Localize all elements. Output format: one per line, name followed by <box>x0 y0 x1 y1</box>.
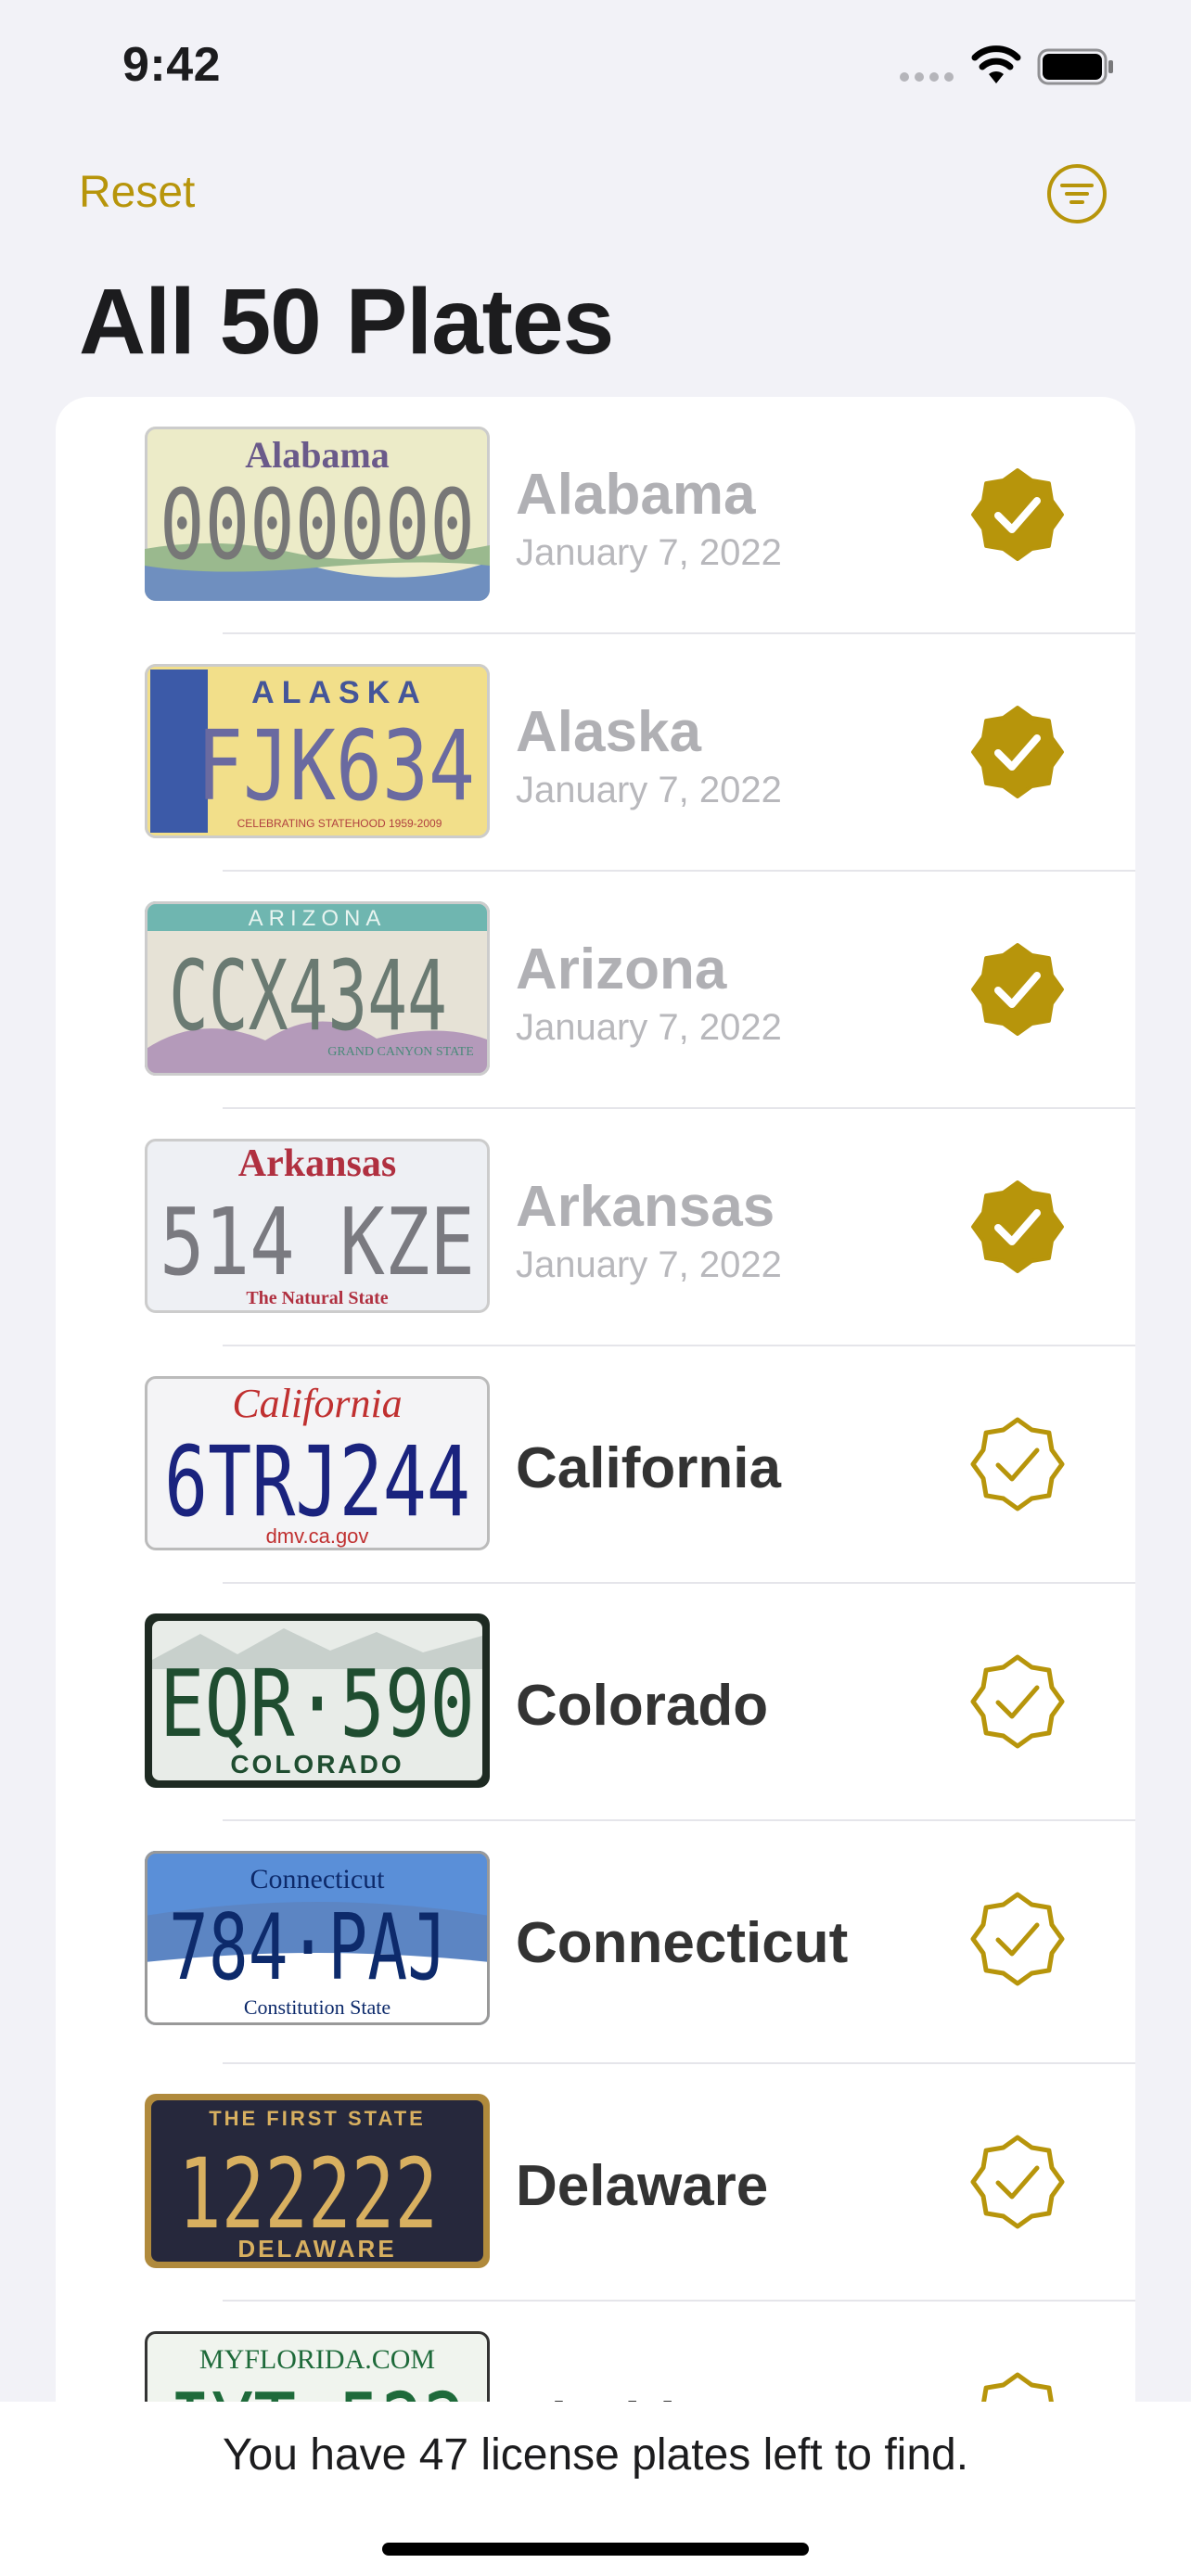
list-item[interactable]: California 6TRJ244 dmv.ca.gov California <box>56 1346 1135 1584</box>
svg-text:784·PAJ: 784·PAJ <box>169 1895 447 2001</box>
wifi-icon <box>971 45 1021 83</box>
svg-text:514 KZE: 514 KZE <box>160 1188 475 1296</box>
found-date: January 7, 2022 <box>516 1244 782 1285</box>
svg-text:dmv.ca.gov: dmv.ca.gov <box>266 1524 369 1548</box>
svg-text:ALASKA: ALASKA <box>251 675 428 710</box>
checkmark-seal-outline-icon[interactable] <box>967 1413 1069 1515</box>
status-bar: 9:42 <box>0 0 1191 130</box>
plates-list: Alabama 0000000 Alabama January 7, 2022 … <box>56 397 1135 2576</box>
state-name: Delaware <box>516 2154 769 2218</box>
plates-remaining-text: You have 47 license plates left to find. <box>222 2430 969 2480</box>
svg-text:Constitution State: Constitution State <box>244 1996 391 2019</box>
svg-text:DELAWARE: DELAWARE <box>237 2235 396 2263</box>
reset-button[interactable]: Reset <box>79 167 195 218</box>
screen: 9:42 Reset All 50 Plates Alabama 0000000… <box>0 0 1191 2576</box>
svg-text:CCX4344: CCX4344 <box>169 939 447 1052</box>
svg-text:Connecticut: Connecticut <box>250 1864 386 1894</box>
plate-image-alabama: Alabama 0000000 <box>145 427 490 601</box>
state-name: Arkansas <box>516 1175 775 1239</box>
battery-icon <box>1037 48 1113 85</box>
filter-icon[interactable] <box>1046 163 1108 224</box>
plate-image-arizona: ARIZONA CCX4344 GRAND CANYON STATE <box>145 901 490 1076</box>
checkmark-seal-filled-icon[interactable] <box>967 464 1069 566</box>
state-name: Colorado <box>516 1674 769 1738</box>
svg-text:THE FIRST STATE: THE FIRST STATE <box>209 2107 426 2130</box>
status-time: 9:42 <box>122 38 222 92</box>
svg-text:FJK634: FJK634 <box>197 709 475 823</box>
plate-image-delaware: THE FIRST STATE 122222 DELAWARE <box>145 2094 490 2268</box>
svg-text:COLORADO: COLORADO <box>230 1750 403 1779</box>
plate-image-colorado: EQR·590 COLORADO <box>145 1613 490 1788</box>
svg-text:0000000: 0000000 <box>160 468 475 581</box>
list-item[interactable]: ALASKA FJK634 CELEBRATING STATEHOOD 1959… <box>56 634 1135 872</box>
svg-text:Arkansas: Arkansas <box>238 1142 396 1185</box>
state-name: Arizona <box>516 937 727 1001</box>
svg-text:MYFLORIDA.COM: MYFLORIDA.COM <box>199 2344 435 2375</box>
checkmark-seal-outline-icon[interactable] <box>967 2131 1069 2233</box>
list-item[interactable]: THE FIRST STATE 122222 DELAWARE Delaware <box>56 2064 1135 2302</box>
checkmark-seal-filled-icon[interactable] <box>967 1176 1069 1278</box>
plate-image-alaska: ALASKA FJK634 CELEBRATING STATEHOOD 1959… <box>145 664 490 838</box>
list-item[interactable]: Arkansas 514 KZE The Natural State Arkan… <box>56 1109 1135 1346</box>
found-date: January 7, 2022 <box>516 1007 782 1048</box>
home-indicator[interactable] <box>382 2543 809 2556</box>
svg-text:CELEBRATING STATEHOOD 1959-200: CELEBRATING STATEHOOD 1959-2009 <box>237 817 442 830</box>
list-item[interactable]: Connecticut 784·PAJ Constitution State C… <box>56 1821 1135 2064</box>
svg-text:GRAND CANYON STATE: GRAND CANYON STATE <box>327 1045 474 1059</box>
state-name: Connecticut <box>516 1911 849 1975</box>
plate-image-arkansas: Arkansas 514 KZE The Natural State <box>145 1139 490 1313</box>
svg-text:122222: 122222 <box>178 2137 438 2251</box>
checkmark-seal-filled-icon[interactable] <box>967 938 1069 1040</box>
state-name: Alaska <box>516 700 701 764</box>
checkmark-seal-outline-icon[interactable] <box>967 1888 1069 1990</box>
found-date: January 7, 2022 <box>516 532 782 573</box>
cellular-signal-icon <box>900 72 954 82</box>
page-title: All 50 Plates <box>79 270 614 374</box>
list-item[interactable]: Alabama 0000000 Alabama January 7, 2022 <box>56 397 1135 634</box>
checkmark-seal-outline-icon[interactable] <box>967 1651 1069 1753</box>
list-item[interactable]: ARIZONA CCX4344 GRAND CANYON STATE Arizo… <box>56 872 1135 1109</box>
svg-text:The Natural State: The Natural State <box>246 1288 388 1308</box>
list-item[interactable]: EQR·590 COLORADO Colorado <box>56 1584 1135 1821</box>
plate-image-california: California 6TRJ244 dmv.ca.gov <box>145 1376 490 1550</box>
svg-text:EQR·590: EQR·590 <box>160 1650 475 1758</box>
checkmark-seal-filled-icon[interactable] <box>967 701 1069 803</box>
svg-text:ARIZONA: ARIZONA <box>249 906 387 931</box>
svg-text:6TRJ244: 6TRJ244 <box>164 1425 470 1538</box>
state-name: California <box>516 1436 781 1500</box>
svg-text:California: California <box>232 1381 402 1426</box>
found-date: January 7, 2022 <box>516 770 782 810</box>
state-name: Alabama <box>516 463 756 527</box>
plate-image-connecticut: Connecticut 784·PAJ Constitution State <box>145 1851 490 2025</box>
bottom-bar: You have 47 license plates left to find. <box>0 2402 1191 2576</box>
